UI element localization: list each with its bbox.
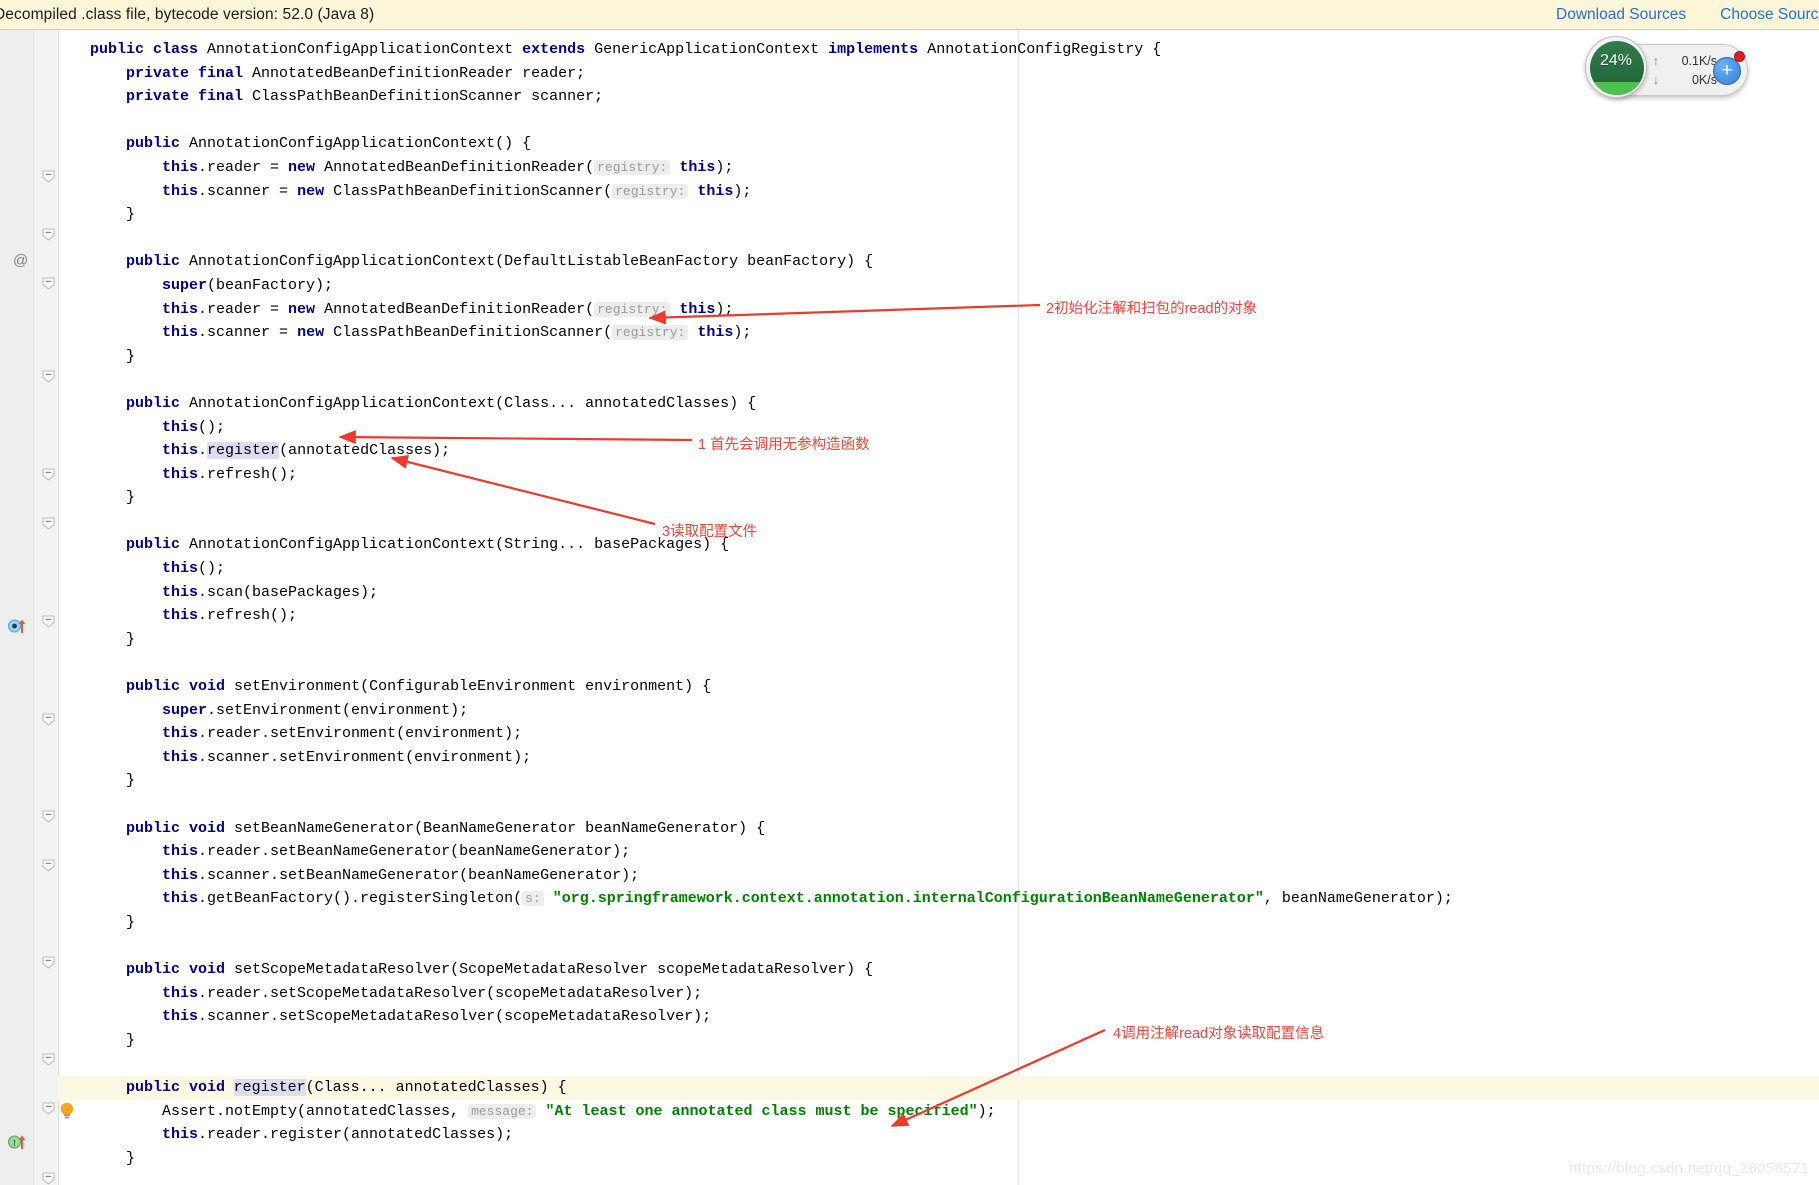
code-line[interactable]: this.scanner.setScopeMetadataResolver(sc… — [58, 1005, 1819, 1029]
code-line[interactable]: this.reader.setEnvironment(environment); — [58, 722, 1819, 746]
code-line[interactable]: public class AnnotationConfigApplication… — [58, 38, 1819, 62]
code-line[interactable]: this.refresh(); — [58, 604, 1819, 628]
download-sources-link[interactable]: Download Sources — [1556, 6, 1686, 24]
upload-rate-value: 0.1K/s — [1681, 53, 1717, 68]
code-line[interactable]: public void setEnvironment(ConfigurableE… — [58, 675, 1819, 699]
code-line[interactable] — [58, 935, 1819, 959]
fold-arrow-icon[interactable] — [42, 1102, 55, 1115]
code-line[interactable]: this.reader.setBeanNameGenerator(beanNam… — [58, 840, 1819, 864]
banner-message: Decompiled .class file, bytecode version… — [0, 5, 375, 23]
intention-bulb-icon[interactable] — [59, 1102, 75, 1121]
code-line[interactable]: this.reader.register(annotatedClasses); — [58, 1123, 1819, 1147]
code-line[interactable]: } — [58, 628, 1819, 652]
speed-notification-badge[interactable] — [1734, 51, 1745, 62]
code-line[interactable] — [58, 1053, 1819, 1077]
download-arrow-icon: ↓ — [1653, 72, 1659, 87]
fold-arrow-icon[interactable] — [42, 228, 55, 241]
code-line[interactable] — [58, 651, 1819, 675]
speed-gauge-fill — [1590, 82, 1644, 95]
code-line[interactable]: super(beanFactory); — [58, 274, 1819, 298]
fold-arrow-icon[interactable] — [42, 810, 55, 823]
code-line[interactable]: this.scanner = new ClassPathBeanDefiniti… — [58, 321, 1819, 345]
upload-rate-row: ↑ 0.1K/s — [1653, 51, 1717, 70]
overriding-method-icon[interactable] — [8, 618, 28, 634]
editor-gutter[interactable] — [0, 30, 34, 1185]
implementing-method-icon[interactable]: I — [8, 1134, 28, 1150]
code-line[interactable]: this(); — [58, 557, 1819, 581]
code-line[interactable]: } — [58, 1029, 1819, 1053]
code-line[interactable]: public AnnotationConfigApplicationContex… — [58, 132, 1819, 156]
anno-1: 1 首先会调用无参构造函数 — [698, 437, 870, 453]
code-line[interactable]: } — [58, 769, 1819, 793]
fold-arrow-icon[interactable] — [42, 468, 55, 481]
annotation-at-icon[interactable]: @ — [13, 252, 28, 269]
source-code-text[interactable]: public class AnnotationConfigApplication… — [58, 38, 1819, 1171]
code-line[interactable]: this.reader = new AnnotatedBeanDefinitio… — [58, 298, 1819, 322]
fold-arrow-icon[interactable] — [42, 713, 55, 726]
code-line[interactable] — [58, 227, 1819, 251]
code-line[interactable]: public void register(Class... annotatedC… — [58, 1076, 1819, 1100]
code-line[interactable]: this.getBeanFactory().registerSingleton(… — [58, 887, 1819, 911]
code-line[interactable]: public AnnotationConfigApplicationContex… — [58, 392, 1819, 416]
fold-arrow-icon[interactable] — [42, 956, 55, 969]
network-speed-widget[interactable]: 24% ↑ 0.1K/s ↓ 0K/s + — [1585, 36, 1748, 98]
code-editor-area[interactable]: public class AnnotationConfigApplication… — [0, 30, 1819, 1185]
speed-gauge-ring: 24% — [1585, 36, 1647, 98]
code-folding-strip[interactable] — [34, 30, 59, 1185]
code-line[interactable]: this.register(annotatedClasses); — [58, 439, 1819, 463]
code-line[interactable]: this.reader = new AnnotatedBeanDefinitio… — [58, 156, 1819, 180]
fold-arrow-icon[interactable] — [42, 277, 55, 290]
speed-rate-readouts: ↑ 0.1K/s ↓ 0K/s — [1653, 51, 1717, 89]
choose-source-link[interactable]: Choose Source — [1720, 6, 1819, 24]
fold-arrow-icon[interactable] — [42, 1053, 55, 1066]
code-line[interactable] — [58, 109, 1819, 133]
anno-3: 3读取配置文件 — [662, 524, 758, 540]
code-line[interactable]: this(); — [58, 416, 1819, 440]
code-line[interactable] — [58, 510, 1819, 534]
code-line[interactable]: private final ClassPathBeanDefinitionSca… — [58, 85, 1819, 109]
watermark: https://blog.csdn.net/qq_28056571 — [1568, 1160, 1809, 1177]
fold-arrow-icon[interactable] — [42, 615, 55, 628]
speed-percent-label: 24% — [1599, 52, 1633, 69]
fold-arrow-icon[interactable] — [42, 517, 55, 530]
code-line[interactable]: } — [58, 911, 1819, 935]
fold-arrow-icon[interactable] — [42, 1172, 55, 1185]
decompiled-file-banner: Decompiled .class file, bytecode version… — [0, 0, 1819, 30]
code-line[interactable] — [58, 793, 1819, 817]
anno-2: 2初始化注解和扫包的read的对象 — [1046, 301, 1258, 317]
code-line[interactable]: private final AnnotatedBeanDefinitionRea… — [58, 62, 1819, 86]
code-line[interactable]: } — [58, 486, 1819, 510]
decompiled-class-editor-window: Decompiled .class file, bytecode version… — [0, 0, 1819, 1185]
code-line[interactable]: public void setScopeMetadataResolver(Sco… — [58, 958, 1819, 982]
anno-4: 4调用注解read对象读取配置信息 — [1113, 1026, 1325, 1042]
fold-arrow-icon[interactable] — [42, 370, 55, 383]
code-line[interactable]: } — [58, 1147, 1819, 1171]
download-rate-row: ↓ 0K/s — [1653, 70, 1717, 89]
code-line[interactable]: this.scanner.setEnvironment(environment)… — [58, 746, 1819, 770]
code-line[interactable]: this.scan(basePackages); — [58, 581, 1819, 605]
code-line[interactable]: public AnnotationConfigApplicationContex… — [58, 250, 1819, 274]
code-line[interactable]: Assert.notEmpty(annotatedClasses, messag… — [58, 1100, 1819, 1124]
upload-arrow-icon: ↑ — [1653, 53, 1659, 68]
code-line[interactable]: this.scanner.setBeanNameGenerator(beanNa… — [58, 864, 1819, 888]
code-line[interactable] — [58, 368, 1819, 392]
code-line[interactable]: public void setBeanNameGenerator(BeanNam… — [58, 817, 1819, 841]
code-line[interactable]: } — [58, 203, 1819, 227]
code-line[interactable]: this.refresh(); — [58, 463, 1819, 487]
code-line[interactable]: this.reader.setScopeMetadataResolver(sco… — [58, 982, 1819, 1006]
code-line[interactable]: super.setEnvironment(environment); — [58, 699, 1819, 723]
code-line[interactable]: public AnnotationConfigApplicationContex… — [58, 533, 1819, 557]
download-rate-value: 0K/s — [1691, 72, 1717, 87]
banner-actions: Download Sources Choose Source — [1556, 0, 1819, 30]
svg-text:I: I — [13, 1139, 16, 1148]
fold-arrow-icon[interactable] — [42, 859, 55, 872]
fold-arrow-icon[interactable] — [42, 170, 55, 183]
code-line[interactable]: this.scanner = new ClassPathBeanDefiniti… — [58, 180, 1819, 204]
code-line[interactable]: } — [58, 345, 1819, 369]
